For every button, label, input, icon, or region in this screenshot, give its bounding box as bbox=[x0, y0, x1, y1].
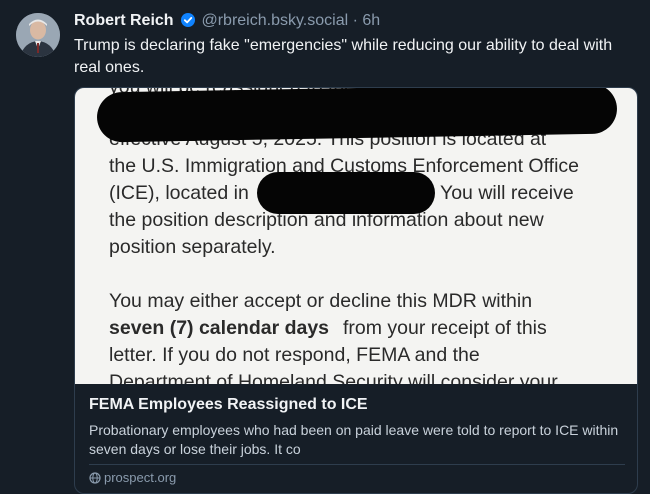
card-title[interactable]: FEMA Employees Reassigned to ICE bbox=[89, 396, 368, 414]
separator-dot: · bbox=[352, 12, 358, 29]
redaction-bar bbox=[96, 88, 618, 143]
card-source[interactable]: prospect.org bbox=[89, 470, 176, 485]
post-header: Robert Reich @rbreich.bsky.social · 6h bbox=[74, 11, 380, 33]
divider bbox=[89, 464, 625, 465]
author-handle[interactable]: @rbreich.bsky.social bbox=[201, 12, 348, 29]
card-description: Probationary employees who had been on p… bbox=[89, 422, 619, 457]
doc-line-bold: seven (7) calendar days bbox=[109, 317, 330, 339]
post[interactable]: Robert Reich @rbreich.bsky.social · 6h T… bbox=[0, 0, 650, 494]
doc-line: (ICE), located in bbox=[109, 182, 249, 204]
globe-icon bbox=[89, 470, 104, 485]
doc-line: letter. If you do not respond, FEMA and … bbox=[109, 344, 480, 366]
card-meta[interactable]: FEMA Employees Reassigned to ICE Probati… bbox=[75, 384, 637, 493]
redaction-bar bbox=[257, 172, 435, 214]
post-text: Trump is declaring fake "emergencies" wh… bbox=[74, 37, 613, 76]
doc-line: Department of Homeland Security will con… bbox=[109, 371, 558, 384]
doc-line: from your receipt of this bbox=[343, 317, 547, 339]
link-card[interactable]: you will be reassigned to the position o… bbox=[74, 87, 638, 494]
source-domain: prospect.org bbox=[104, 470, 177, 485]
post-time[interactable]: 6h bbox=[362, 12, 380, 29]
doc-line: position separately. bbox=[109, 236, 276, 258]
avatar[interactable] bbox=[16, 13, 60, 57]
card-image[interactable]: you will be reassigned to the position o… bbox=[75, 88, 637, 384]
doc-line: You may either accept or decline this MD… bbox=[109, 290, 533, 312]
author-name[interactable]: Robert Reich bbox=[74, 12, 174, 29]
doc-line: You will receive bbox=[440, 182, 574, 204]
verified-icon bbox=[181, 13, 196, 33]
